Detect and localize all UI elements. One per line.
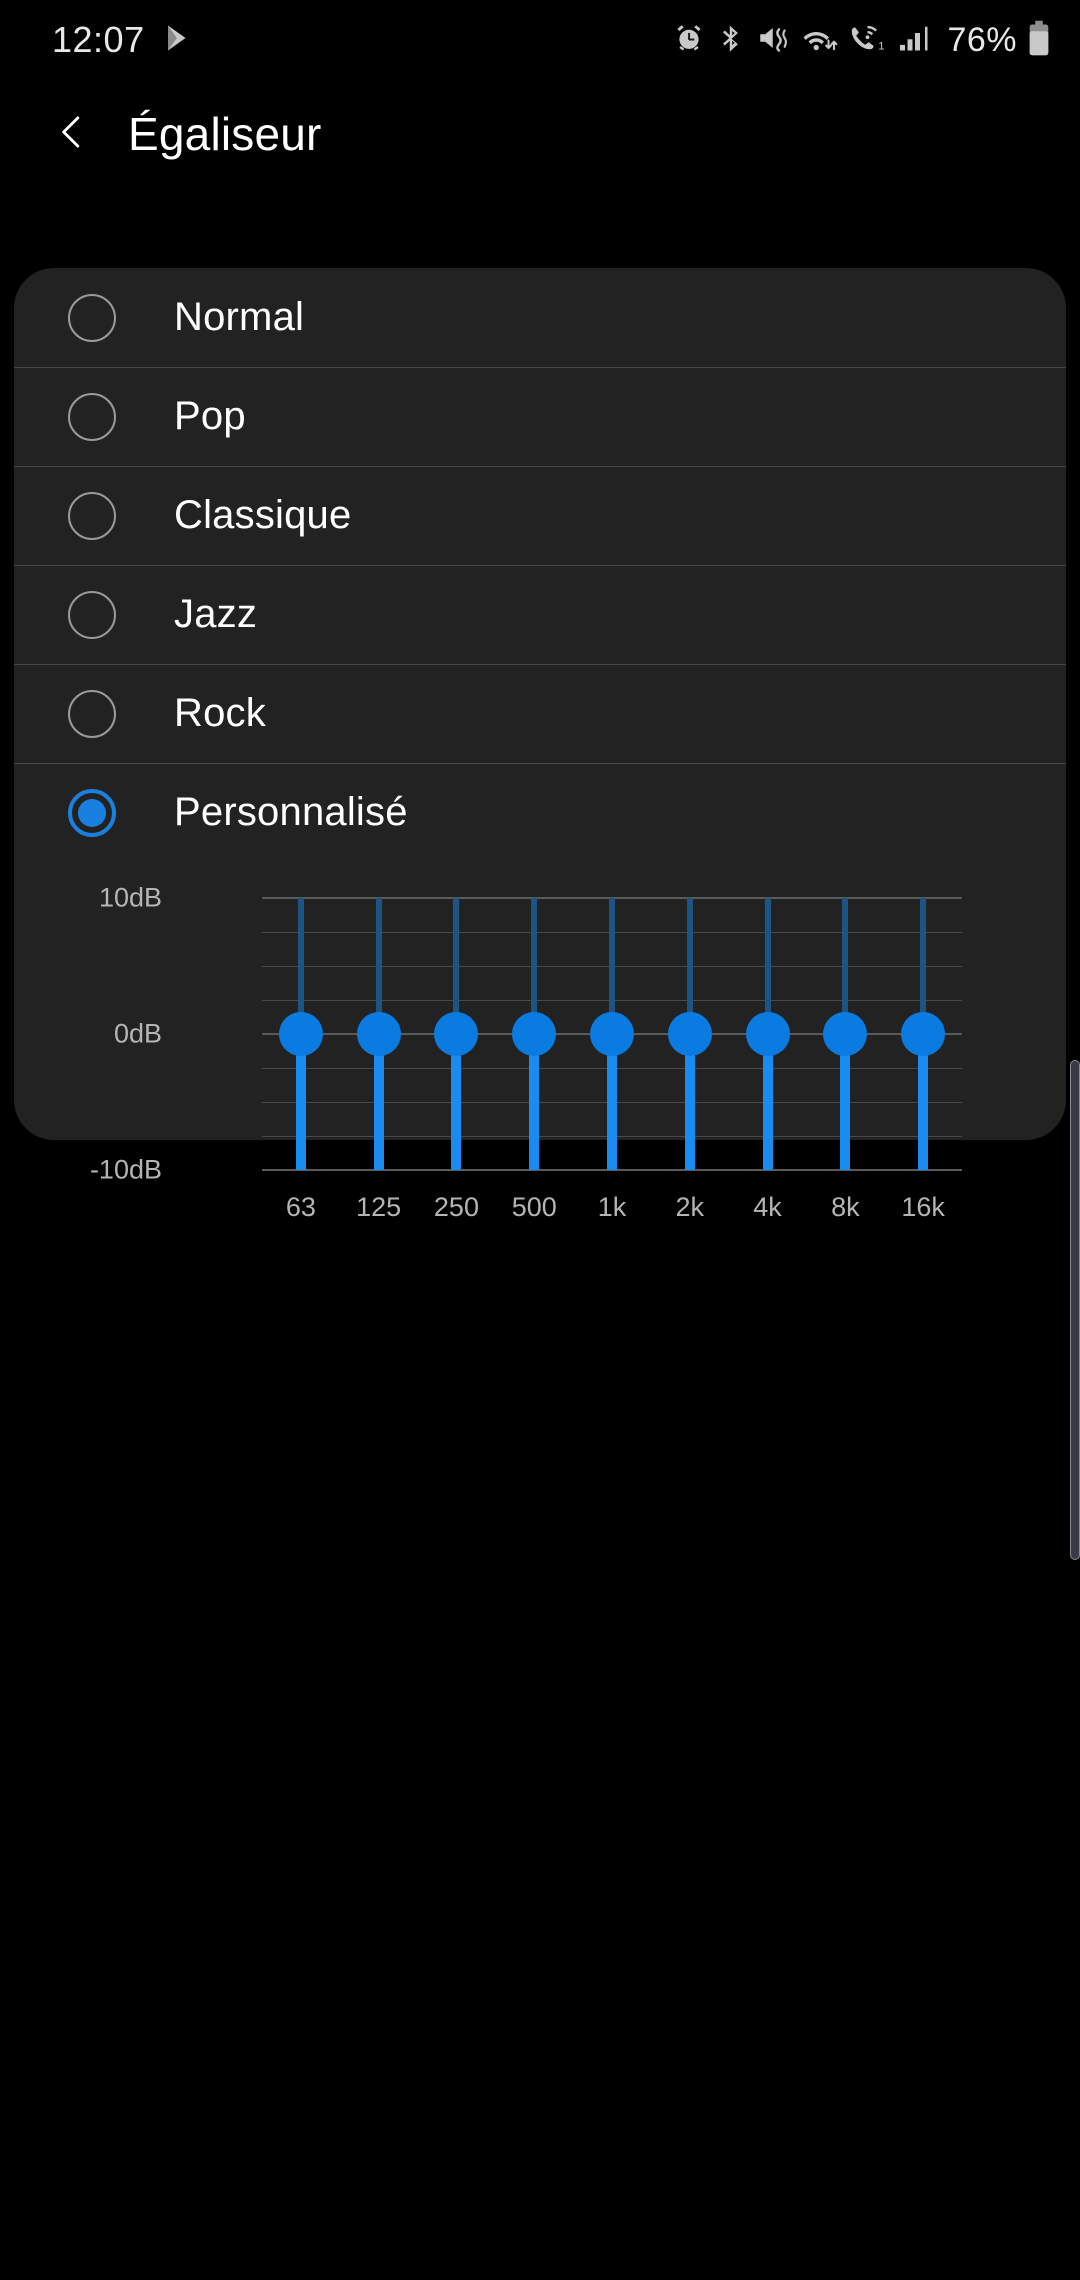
- eq-slider-thumb[interactable]: [356, 1012, 401, 1056]
- y-axis-tick-label: -10dB: [89, 1154, 162, 1185]
- alarm-icon: [673, 22, 705, 59]
- screen-root: 12:07 1 76% Égaliseur Normal Pop Classiq…: [0, 0, 1080, 2280]
- status-bar-left: 12:07: [52, 19, 193, 61]
- eq-band-slider[interactable]: [278, 898, 323, 1170]
- status-clock: 12:07: [52, 19, 145, 60]
- eq-band-slider[interactable]: [356, 898, 401, 1170]
- bluetooth-icon: [716, 23, 746, 58]
- eq-slider-thumb[interactable]: [901, 1012, 946, 1056]
- back-button[interactable]: [48, 110, 96, 158]
- eq-band-slider[interactable]: [512, 898, 557, 1170]
- eq-slider-thumb[interactable]: [434, 1012, 479, 1056]
- battery-percent-label: 76%: [947, 20, 1017, 59]
- radio-jazz[interactable]: [68, 590, 116, 639]
- eq-band-slider[interactable]: [667, 898, 712, 1170]
- x-axis-tick-label: 63: [285, 1192, 316, 1222]
- battery-icon: [1028, 20, 1050, 61]
- radio-classique[interactable]: [68, 491, 116, 540]
- page-title: Égaliseur: [128, 108, 322, 160]
- preset-label: Jazz: [174, 592, 258, 636]
- wifi-calling-icon: 1: [849, 23, 887, 58]
- preset-label: Normal: [174, 295, 305, 339]
- preset-option-classique[interactable]: Classique: [14, 466, 1066, 565]
- equalizer-card: Normal Pop Classique Jazz Rock Personnal…: [14, 268, 1066, 1222]
- preset-label: Pop: [174, 394, 246, 438]
- preset-label: Classique: [174, 493, 352, 537]
- eq-slider-thumb[interactable]: [278, 1012, 323, 1056]
- radio-normal[interactable]: [68, 293, 116, 342]
- preset-option-rock[interactable]: Rock: [14, 664, 1066, 763]
- radio-pop[interactable]: [68, 392, 116, 441]
- equalizer-plot-area: 10dB 0dB -10dB 63 125 250 500 1k 2k 4k 8k 16k: [90, 883, 962, 1222]
- radio-dot: [78, 798, 106, 827]
- eq-slider-thumb[interactable]: [745, 1012, 790, 1056]
- eq-band-slider[interactable]: [434, 898, 479, 1170]
- status-bar-right: 1 76%: [673, 20, 1050, 61]
- vibrate-mute-icon: [757, 23, 791, 58]
- x-axis-tick-label: 125: [356, 1192, 402, 1222]
- svg-text:1: 1: [879, 40, 885, 52]
- x-axis-tick-label: 8k: [831, 1192, 860, 1222]
- preset-option-pop[interactable]: Pop: [14, 367, 1066, 466]
- app-bar: Égaliseur: [0, 80, 1080, 188]
- y-axis-tick-label: 0dB: [113, 1018, 162, 1049]
- y-axis-tick-label: 10dB: [98, 882, 162, 913]
- preset-option-personnalise[interactable]: Personnalisé: [14, 763, 1066, 862]
- x-axis-tick-label: 250: [433, 1192, 479, 1222]
- eq-slider-thumb[interactable]: [590, 1012, 634, 1056]
- signal-bars-icon: [898, 23, 932, 58]
- x-axis-tick-label: 4k: [753, 1192, 782, 1222]
- equalizer-graph: 10dB 0dB -10dB 63 125 250 500 1k 2k 4k 8k 16k: [14, 862, 1066, 1242]
- eq-band-slider[interactable]: [901, 898, 946, 1170]
- eq-band-slider[interactable]: [590, 898, 634, 1170]
- status-bar: 12:07 1 76%: [0, 0, 1080, 80]
- vertical-scrollbar[interactable]: [1070, 1060, 1080, 1560]
- preset-option-jazz[interactable]: Jazz: [14, 565, 1066, 664]
- eq-slider-thumb[interactable]: [512, 1012, 557, 1056]
- eq-band-slider[interactable]: [823, 898, 868, 1170]
- preset-label: Personnalisé: [174, 790, 408, 834]
- eq-slider-thumb[interactable]: [667, 1012, 712, 1056]
- chevron-left-icon: [52, 112, 92, 157]
- wifi-icon: [802, 23, 838, 58]
- preset-label: Rock: [174, 691, 266, 735]
- play-store-icon: [163, 23, 193, 58]
- radio-rock[interactable]: [68, 689, 116, 738]
- x-axis-tick-label: 16k: [901, 1192, 945, 1222]
- x-axis-tick-label: 2k: [675, 1192, 705, 1222]
- x-axis-tick-label: 500: [511, 1192, 557, 1222]
- radio-personnalise[interactable]: [68, 788, 116, 837]
- eq-band-slider[interactable]: [745, 898, 790, 1170]
- eq-slider-thumb[interactable]: [823, 1012, 868, 1056]
- x-axis-tick-label: 1k: [597, 1192, 627, 1222]
- preset-option-normal[interactable]: Normal: [14, 268, 1066, 367]
